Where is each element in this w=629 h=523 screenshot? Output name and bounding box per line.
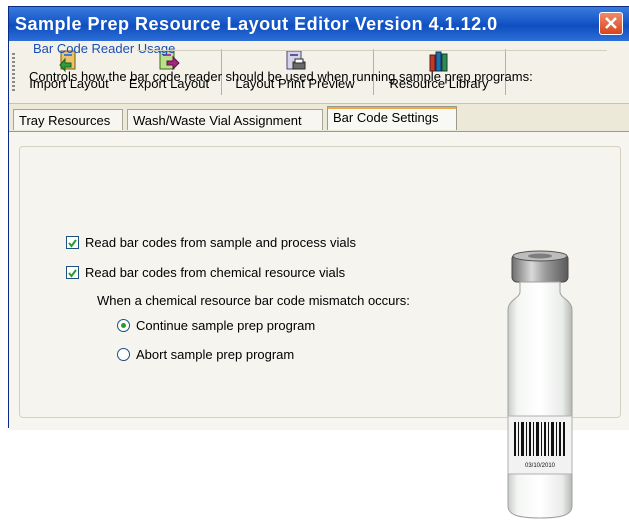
tab-label: Tray Resources bbox=[19, 113, 111, 128]
checkmark-icon bbox=[68, 269, 77, 278]
group-divider bbox=[137, 50, 607, 51]
tab-label: Bar Code Settings bbox=[333, 110, 439, 125]
tab-label: Wash/Waste Vial Assignment bbox=[133, 113, 302, 128]
tab-bar-code-settings[interactable]: Bar Code Settings bbox=[327, 106, 457, 130]
checkbox-label: Read bar codes from sample and process v… bbox=[85, 235, 356, 250]
tab-tray-resources[interactable]: Tray Resources bbox=[13, 109, 123, 130]
radio-button[interactable] bbox=[117, 319, 130, 332]
group-description: Controls how the bar code reader should … bbox=[29, 69, 533, 84]
close-button[interactable] bbox=[599, 12, 623, 35]
radio-selected-dot bbox=[121, 323, 126, 328]
title-bar: Sample Prep Resource Layout Editor Versi… bbox=[9, 7, 629, 41]
tab-strip: Tray Resources Wash/Waste Vial Assignmen… bbox=[9, 105, 629, 131]
barcode-text: 03/10/2010 bbox=[525, 463, 556, 469]
radio-button[interactable] bbox=[117, 348, 130, 361]
tab-wash-waste-vial-assignment[interactable]: Wash/Waste Vial Assignment bbox=[127, 109, 323, 130]
checkbox[interactable] bbox=[66, 266, 79, 279]
radio-label: Abort sample prep program bbox=[136, 347, 295, 362]
window-title: Sample Prep Resource Layout Editor Versi… bbox=[15, 14, 498, 34]
radio-label: Continue sample prep program bbox=[136, 318, 316, 333]
checkmark-icon bbox=[68, 239, 77, 248]
toolbar-grip[interactable] bbox=[12, 53, 15, 93]
group-title: Bar Code Reader Usage bbox=[33, 41, 176, 56]
close-icon bbox=[605, 17, 617, 29]
checkbox[interactable] bbox=[66, 236, 79, 249]
sample-vial-image: 03/10/2010 bbox=[507, 250, 573, 519]
checkbox-label: Read bar codes from chemical resource vi… bbox=[85, 265, 346, 280]
mismatch-prompt: When a chemical resource bar code mismat… bbox=[97, 293, 410, 308]
